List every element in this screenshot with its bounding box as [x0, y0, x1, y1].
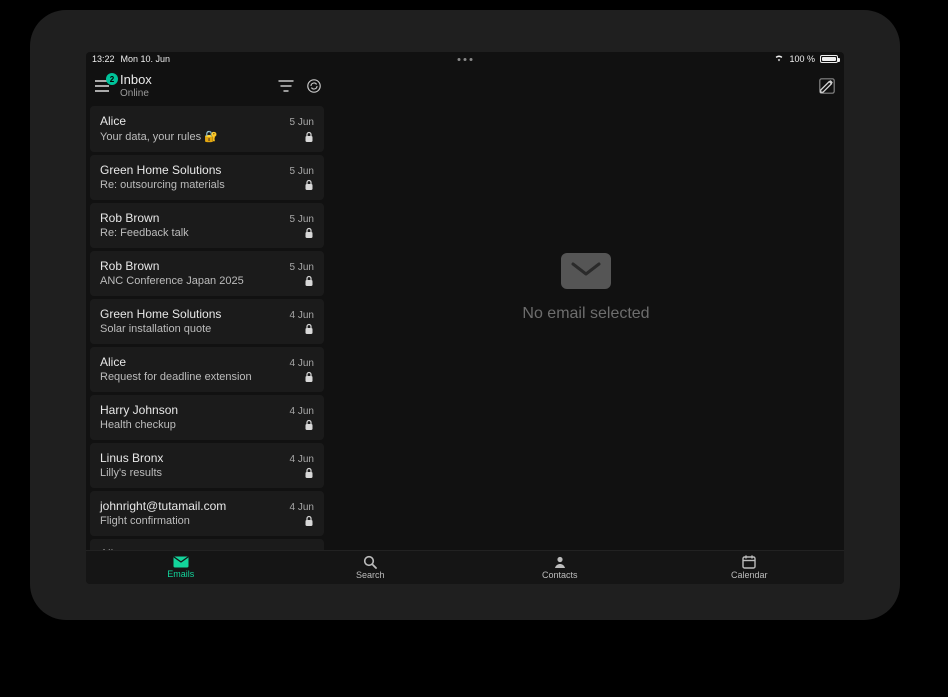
email-date: 5 Jun [290, 262, 314, 273]
encrypted-icon [304, 419, 314, 431]
status-date: Mon 10. Jun [121, 54, 171, 64]
email-item[interactable]: Green Home Solutions 5 Jun Re: outsourcing… [90, 155, 324, 200]
folder-title: Inbox [120, 73, 152, 87]
email-sender: Rob Brown [100, 211, 159, 225]
email-item[interactable]: Alice 4 Jun Request for deadline extension [90, 347, 324, 392]
nav-label: Search [356, 570, 385, 580]
email-item[interactable]: Linus Bronx 4 Jun Lilly's results [90, 443, 324, 488]
nav-label: Contacts [542, 570, 578, 580]
email-item[interactable]: Alice 5 Jun Your data, your rules 🔐 [90, 106, 324, 152]
unread-badge: 2 [106, 73, 118, 85]
nav-label: Emails [167, 569, 194, 579]
main-pane: No email selected [328, 66, 844, 550]
email-date: 5 Jun [290, 166, 314, 177]
email-sender: Alice [100, 355, 126, 369]
menu-button[interactable]: 2 [92, 76, 112, 96]
email-sender: Green Home Solutions [100, 307, 221, 321]
email-date: 4 Jun [290, 454, 314, 465]
email-subject: Health checkup [100, 419, 176, 431]
email-item[interactable]: Green Home Solutions 4 Jun Solar installat… [90, 299, 324, 344]
email-subject: Solar installation quote [100, 323, 211, 335]
email-subject: Request for deadline extension [100, 371, 252, 383]
calendar-icon [742, 555, 756, 569]
encrypted-icon [304, 275, 314, 287]
encrypted-icon [304, 227, 314, 239]
sidebar-header: 2 Inbox Online [86, 66, 328, 106]
nav-item-search[interactable]: Search [276, 551, 466, 584]
empty-text: No email selected [522, 305, 649, 323]
email-date: 4 Jun [290, 406, 314, 417]
encrypted-icon [304, 131, 314, 143]
nav-item-emails[interactable]: Emails [86, 551, 276, 584]
email-sender: Harry Johnson [100, 403, 178, 417]
nav-item-calendar[interactable]: Calendar [655, 551, 845, 584]
battery-text: 100 % [789, 54, 815, 64]
encrypted-icon [304, 323, 314, 335]
sync-icon[interactable] [306, 78, 322, 94]
nav-item-contacts[interactable]: Contacts [465, 551, 655, 584]
encrypted-icon [304, 515, 314, 527]
battery-icon [820, 55, 838, 63]
email-sender: Alice [100, 547, 126, 550]
multitask-dots[interactable] [458, 58, 473, 61]
empty-envelope-icon [561, 253, 611, 289]
bottom-nav: Emails Search Contacts Calendar [86, 550, 844, 584]
email-subject: Re: Feedback talk [100, 227, 189, 239]
connection-status: Online [120, 88, 152, 99]
email-date: 4 Jun [290, 502, 314, 513]
mail-icon [173, 556, 189, 568]
email-date: 4 Jun [290, 358, 314, 369]
encrypted-icon [304, 179, 314, 191]
email-date: 4 Jun [290, 310, 314, 321]
email-item[interactable]: Alice4 Jun [90, 539, 324, 550]
email-date: 5 Jun [290, 117, 314, 128]
status-time: 13:22 [92, 54, 115, 64]
email-sender: Rob Brown [100, 259, 159, 273]
search-icon [363, 555, 377, 569]
encrypted-icon [304, 467, 314, 479]
email-date: 5 Jun [290, 214, 314, 225]
filter-icon[interactable] [278, 79, 294, 93]
email-sender: Alice [100, 114, 126, 128]
email-subject: Your data, your rules 🔐 [100, 130, 218, 143]
nav-label: Calendar [731, 570, 768, 580]
email-sender: Green Home Solutions [100, 163, 221, 177]
encrypted-icon [304, 371, 314, 383]
email-sender: johnright@tutamail.com [100, 499, 226, 513]
email-subject: Lilly's results [100, 467, 162, 479]
email-subject: ANC Conference Japan 2025 [100, 275, 244, 287]
contacts-icon [553, 555, 567, 569]
email-item[interactable]: Rob Brown 5 Jun ANC Conference Japan 2025 [90, 251, 324, 296]
email-list: Alice 5 Jun Your data, your rules 🔐 Green H… [86, 106, 328, 550]
email-subject: Re: outsourcing materials [100, 179, 225, 191]
email-item[interactable]: Harry Johnson 4 Jun Health checkup [90, 395, 324, 440]
wifi-icon [774, 54, 784, 64]
status-bar: 13:22 Mon 10. Jun 100 % [86, 52, 844, 66]
email-item[interactable]: Rob Brown 5 Jun Re: Feedback talk [90, 203, 324, 248]
sidebar: 2 Inbox Online Alice5 [86, 66, 328, 550]
email-subject: Flight confirmation [100, 515, 190, 527]
email-sender: Linus Bronx [100, 451, 163, 465]
email-item[interactable]: johnright@tutamail.com 4 Jun Flight confir… [90, 491, 324, 536]
